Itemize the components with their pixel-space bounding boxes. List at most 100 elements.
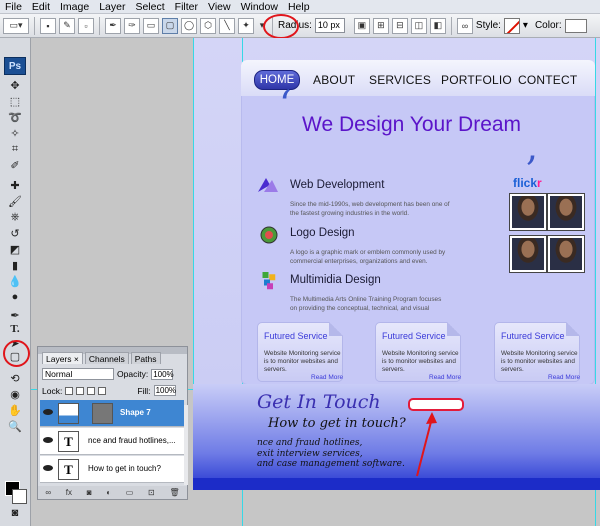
- link-layers-icon[interactable]: ∞: [45, 488, 51, 497]
- custom-shape-icon[interactable]: ✦: [238, 17, 254, 34]
- layers-scrollbar[interactable]: [184, 405, 188, 485]
- nav-contect[interactable]: CONTECT: [518, 73, 577, 87]
- history-brush-icon[interactable]: ↺: [6, 226, 24, 240]
- delete-layer-icon[interactable]: 🗑: [169, 488, 179, 497]
- ellipse-tool-icon[interactable]: ◯: [181, 17, 197, 34]
- card-title: Futured Service: [382, 331, 446, 341]
- 3d-rotate-tool-icon[interactable]: ⟲: [6, 371, 24, 385]
- tool-preset-picker[interactable]: ▭▾: [3, 17, 29, 34]
- hand-tool-icon[interactable]: ✋: [6, 403, 24, 417]
- lock-transparent-icon[interactable]: [65, 386, 74, 395]
- pen-tool-icon[interactable]: ✒: [6, 308, 24, 322]
- layer-row[interactable]: T nce and fraud hotlines,...: [40, 428, 184, 455]
- lock-image-icon[interactable]: [76, 386, 85, 395]
- logo-design-icon: [260, 226, 278, 244]
- gradient-tool-icon[interactable]: ▮: [6, 258, 24, 272]
- add-mask-icon[interactable]: ◙: [87, 488, 92, 497]
- subtract-shape-icon[interactable]: ⊟: [391, 17, 408, 34]
- zoom-tool-icon[interactable]: 🔍: [6, 419, 24, 433]
- opacity-input[interactable]: 100%: [151, 368, 174, 380]
- card-read-more[interactable]: Read More: [429, 374, 461, 381]
- color-swatch[interactable]: [564, 18, 587, 33]
- new-shape-layer-icon[interactable]: ▣: [353, 17, 370, 34]
- adjustment-layer-icon[interactable]: ◐: [106, 488, 111, 497]
- eraser-tool-icon[interactable]: ◩: [6, 242, 24, 256]
- marquee-tool-icon[interactable]: ⬚: [6, 94, 24, 108]
- quick-mask-icon[interactable]: ◙: [6, 506, 24, 520]
- photoshop-logo: Ps: [4, 57, 26, 75]
- fx-icon[interactable]: fx: [66, 488, 72, 497]
- touch-line: nce and fraud hotlines,: [257, 438, 363, 448]
- flickr-photo[interactable]: [547, 193, 585, 231]
- style-swatch[interactable]: [503, 17, 520, 34]
- healing-brush-icon[interactable]: ✚: [6, 178, 24, 192]
- layers-footer: ∞ fx ◙ ◐ ▭ ⊡ 🗑: [38, 486, 187, 499]
- card-text: Website Monitoring service is to monitor…: [264, 350, 341, 373]
- service-desc: The Multimedia Arts Online Training Prog…: [290, 296, 442, 312]
- polygon-tool-icon[interactable]: ⬡: [200, 17, 216, 34]
- crop-tool-icon[interactable]: ⌗: [6, 142, 24, 156]
- menu-filter[interactable]: Filter: [170, 0, 203, 14]
- menu-window[interactable]: Window: [236, 0, 283, 14]
- nav-home[interactable]: HOME: [254, 70, 300, 90]
- add-to-shape-icon[interactable]: ⊞: [372, 17, 389, 34]
- background-color[interactable]: [12, 489, 27, 504]
- nav-services[interactable]: SERVICES: [369, 73, 431, 87]
- layer-row[interactable]: Shape 7: [40, 400, 184, 427]
- visibility-eye-icon[interactable]: [43, 437, 53, 443]
- blend-mode-select[interactable]: Normal: [42, 368, 114, 380]
- headline: We Design Your Dream: [302, 113, 522, 136]
- freeform-pen-icon[interactable]: ✑: [124, 17, 140, 34]
- menu-layer[interactable]: Layer: [94, 0, 130, 14]
- tab-layers[interactable]: Layers ×: [42, 352, 83, 364]
- rounded-rectangle-tool-icon[interactable]: ▢: [162, 17, 178, 34]
- line-tool-icon[interactable]: ╲: [219, 17, 235, 34]
- layer-row[interactable]: T How to get in touch?: [40, 456, 184, 483]
- radius-input[interactable]: 10 px: [314, 18, 345, 33]
- card-read-more[interactable]: Read More: [311, 374, 343, 381]
- shape-layers-icon[interactable]: ▪: [40, 17, 56, 34]
- tab-paths[interactable]: Paths: [130, 352, 161, 364]
- intersect-shape-icon[interactable]: ◫: [410, 17, 427, 34]
- visibility-eye-icon[interactable]: [43, 409, 53, 415]
- clone-stamp-icon[interactable]: ⎈: [6, 210, 24, 224]
- link-icon[interactable]: ∞: [456, 17, 473, 34]
- move-tool-icon[interactable]: ✥: [6, 78, 24, 92]
- menu-file[interactable]: File: [0, 0, 27, 14]
- 3d-camera-tool-icon[interactable]: ◉: [6, 387, 24, 401]
- visibility-eye-icon[interactable]: [43, 465, 53, 471]
- blur-tool-icon[interactable]: 💧: [6, 274, 24, 288]
- nav-portfolio[interactable]: PORTFOLIO: [441, 73, 512, 87]
- nav-about[interactable]: ABOUT: [313, 73, 355, 87]
- menu-bar: File Edit Image Layer Select Filter View…: [0, 0, 600, 14]
- type-tool-icon[interactable]: T.: [6, 322, 24, 336]
- divider: [450, 16, 452, 35]
- flickr-photo[interactable]: [509, 193, 547, 231]
- exclude-shape-icon[interactable]: ◧: [429, 17, 446, 34]
- tab-channels[interactable]: Channels: [84, 352, 129, 364]
- rectangle-tool-icon[interactable]: ▭: [143, 17, 159, 34]
- menu-image[interactable]: Image: [55, 0, 94, 14]
- fill-pixels-icon[interactable]: ▫: [78, 17, 94, 34]
- flickr-photo[interactable]: [509, 235, 547, 273]
- lasso-tool-icon[interactable]: ➰: [6, 110, 24, 124]
- menu-edit[interactable]: Edit: [27, 0, 55, 14]
- new-group-icon[interactable]: ▭: [126, 488, 134, 497]
- fill-input[interactable]: 100%: [153, 385, 176, 396]
- layer-mask-thumbnail: [92, 403, 113, 424]
- menu-help[interactable]: Help: [283, 0, 315, 14]
- pen-tool-icon[interactable]: ✒: [105, 17, 121, 34]
- brush-tool-icon[interactable]: 🖌: [6, 194, 24, 208]
- new-layer-icon[interactable]: ⊡: [148, 488, 155, 497]
- style-dropdown-icon[interactable]: ▾: [523, 20, 528, 31]
- eyedropper-tool-icon[interactable]: ✐: [6, 158, 24, 172]
- dodge-tool-icon[interactable]: ●: [6, 290, 24, 304]
- lock-position-icon[interactable]: [87, 386, 96, 395]
- lock-all-icon[interactable]: [98, 386, 107, 395]
- quick-select-tool-icon[interactable]: ✧: [6, 126, 24, 140]
- menu-select[interactable]: Select: [130, 0, 169, 14]
- menu-view[interactable]: View: [203, 0, 236, 14]
- card-read-more[interactable]: Read More: [548, 374, 580, 381]
- paths-icon[interactable]: ✎: [59, 17, 75, 34]
- flickr-photo[interactable]: [547, 235, 585, 273]
